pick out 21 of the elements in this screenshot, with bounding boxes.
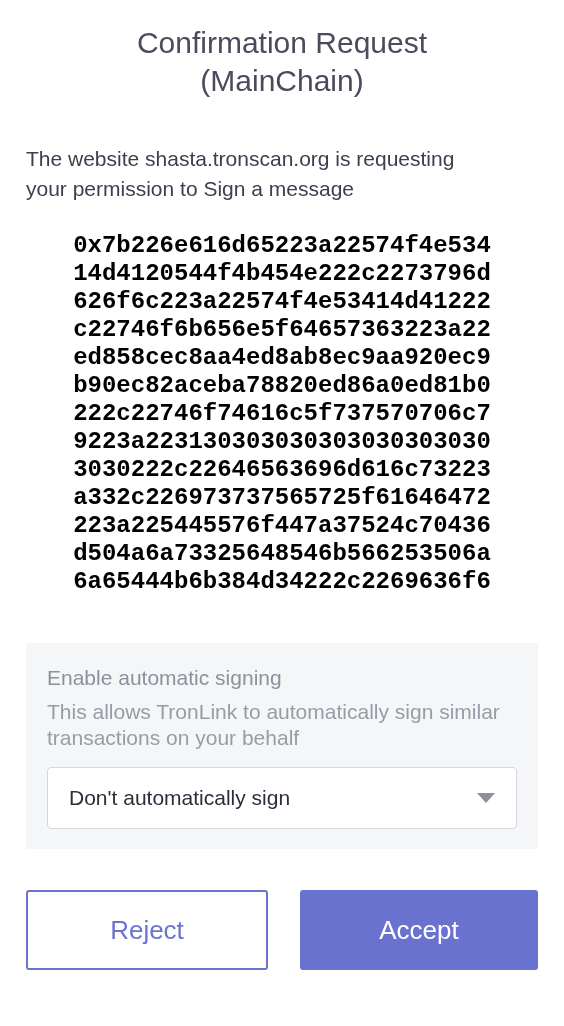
message-hex-line: 3030222c22646563696d616c73223	[73, 456, 491, 484]
message-hex-line: 14d4120544f4b454e222c2273796d	[73, 260, 491, 288]
message-hex-line: 6a65444b6b384d34222c2269636f6	[73, 568, 491, 596]
message-hex-line: 626f6c223a22574f4e53414d41222	[73, 288, 491, 316]
message-hex-line: 223a225445576f447a37524c70436	[73, 512, 491, 540]
message-hex-line: 222c22746f74616c5f737570706c7	[73, 400, 491, 428]
message-hex-line: 9223a223130303030303030303030	[73, 428, 491, 456]
message-hex-line: c22746f6b656e5f64657363223a22	[73, 316, 491, 344]
panel-hint: This allows TronLink to automatically sign similar transactions on your behalf	[47, 699, 501, 751]
accept-button[interactable]: Accept	[300, 890, 538, 970]
message-hex-line: b90ec82aceba78820ed86a0ed81b0	[73, 372, 491, 400]
reject-button[interactable]: Reject	[26, 890, 268, 970]
message-hex-line: ed858cec8aa4ed8ab8ec9aa920ec9	[73, 344, 491, 372]
dialog-title: Confirmation Request (MainChain)	[135, 25, 429, 99]
dropdown-caret-icon	[477, 793, 495, 803]
message-hex-line: a332c226973737565725f61646472	[73, 484, 491, 512]
message-hex-line: d504a6a73325648546b566253506a	[73, 540, 491, 568]
description-text: The website shasta.tronscan.org is requesting your permission to Sign a message	[26, 146, 456, 202]
message-hex-line: 0x7b226e616d65223a22574f4e534	[73, 232, 491, 260]
panel-title: Enable automatic signing	[47, 665, 283, 691]
signing-select[interactable]: Don't automatically sign	[47, 767, 517, 829]
